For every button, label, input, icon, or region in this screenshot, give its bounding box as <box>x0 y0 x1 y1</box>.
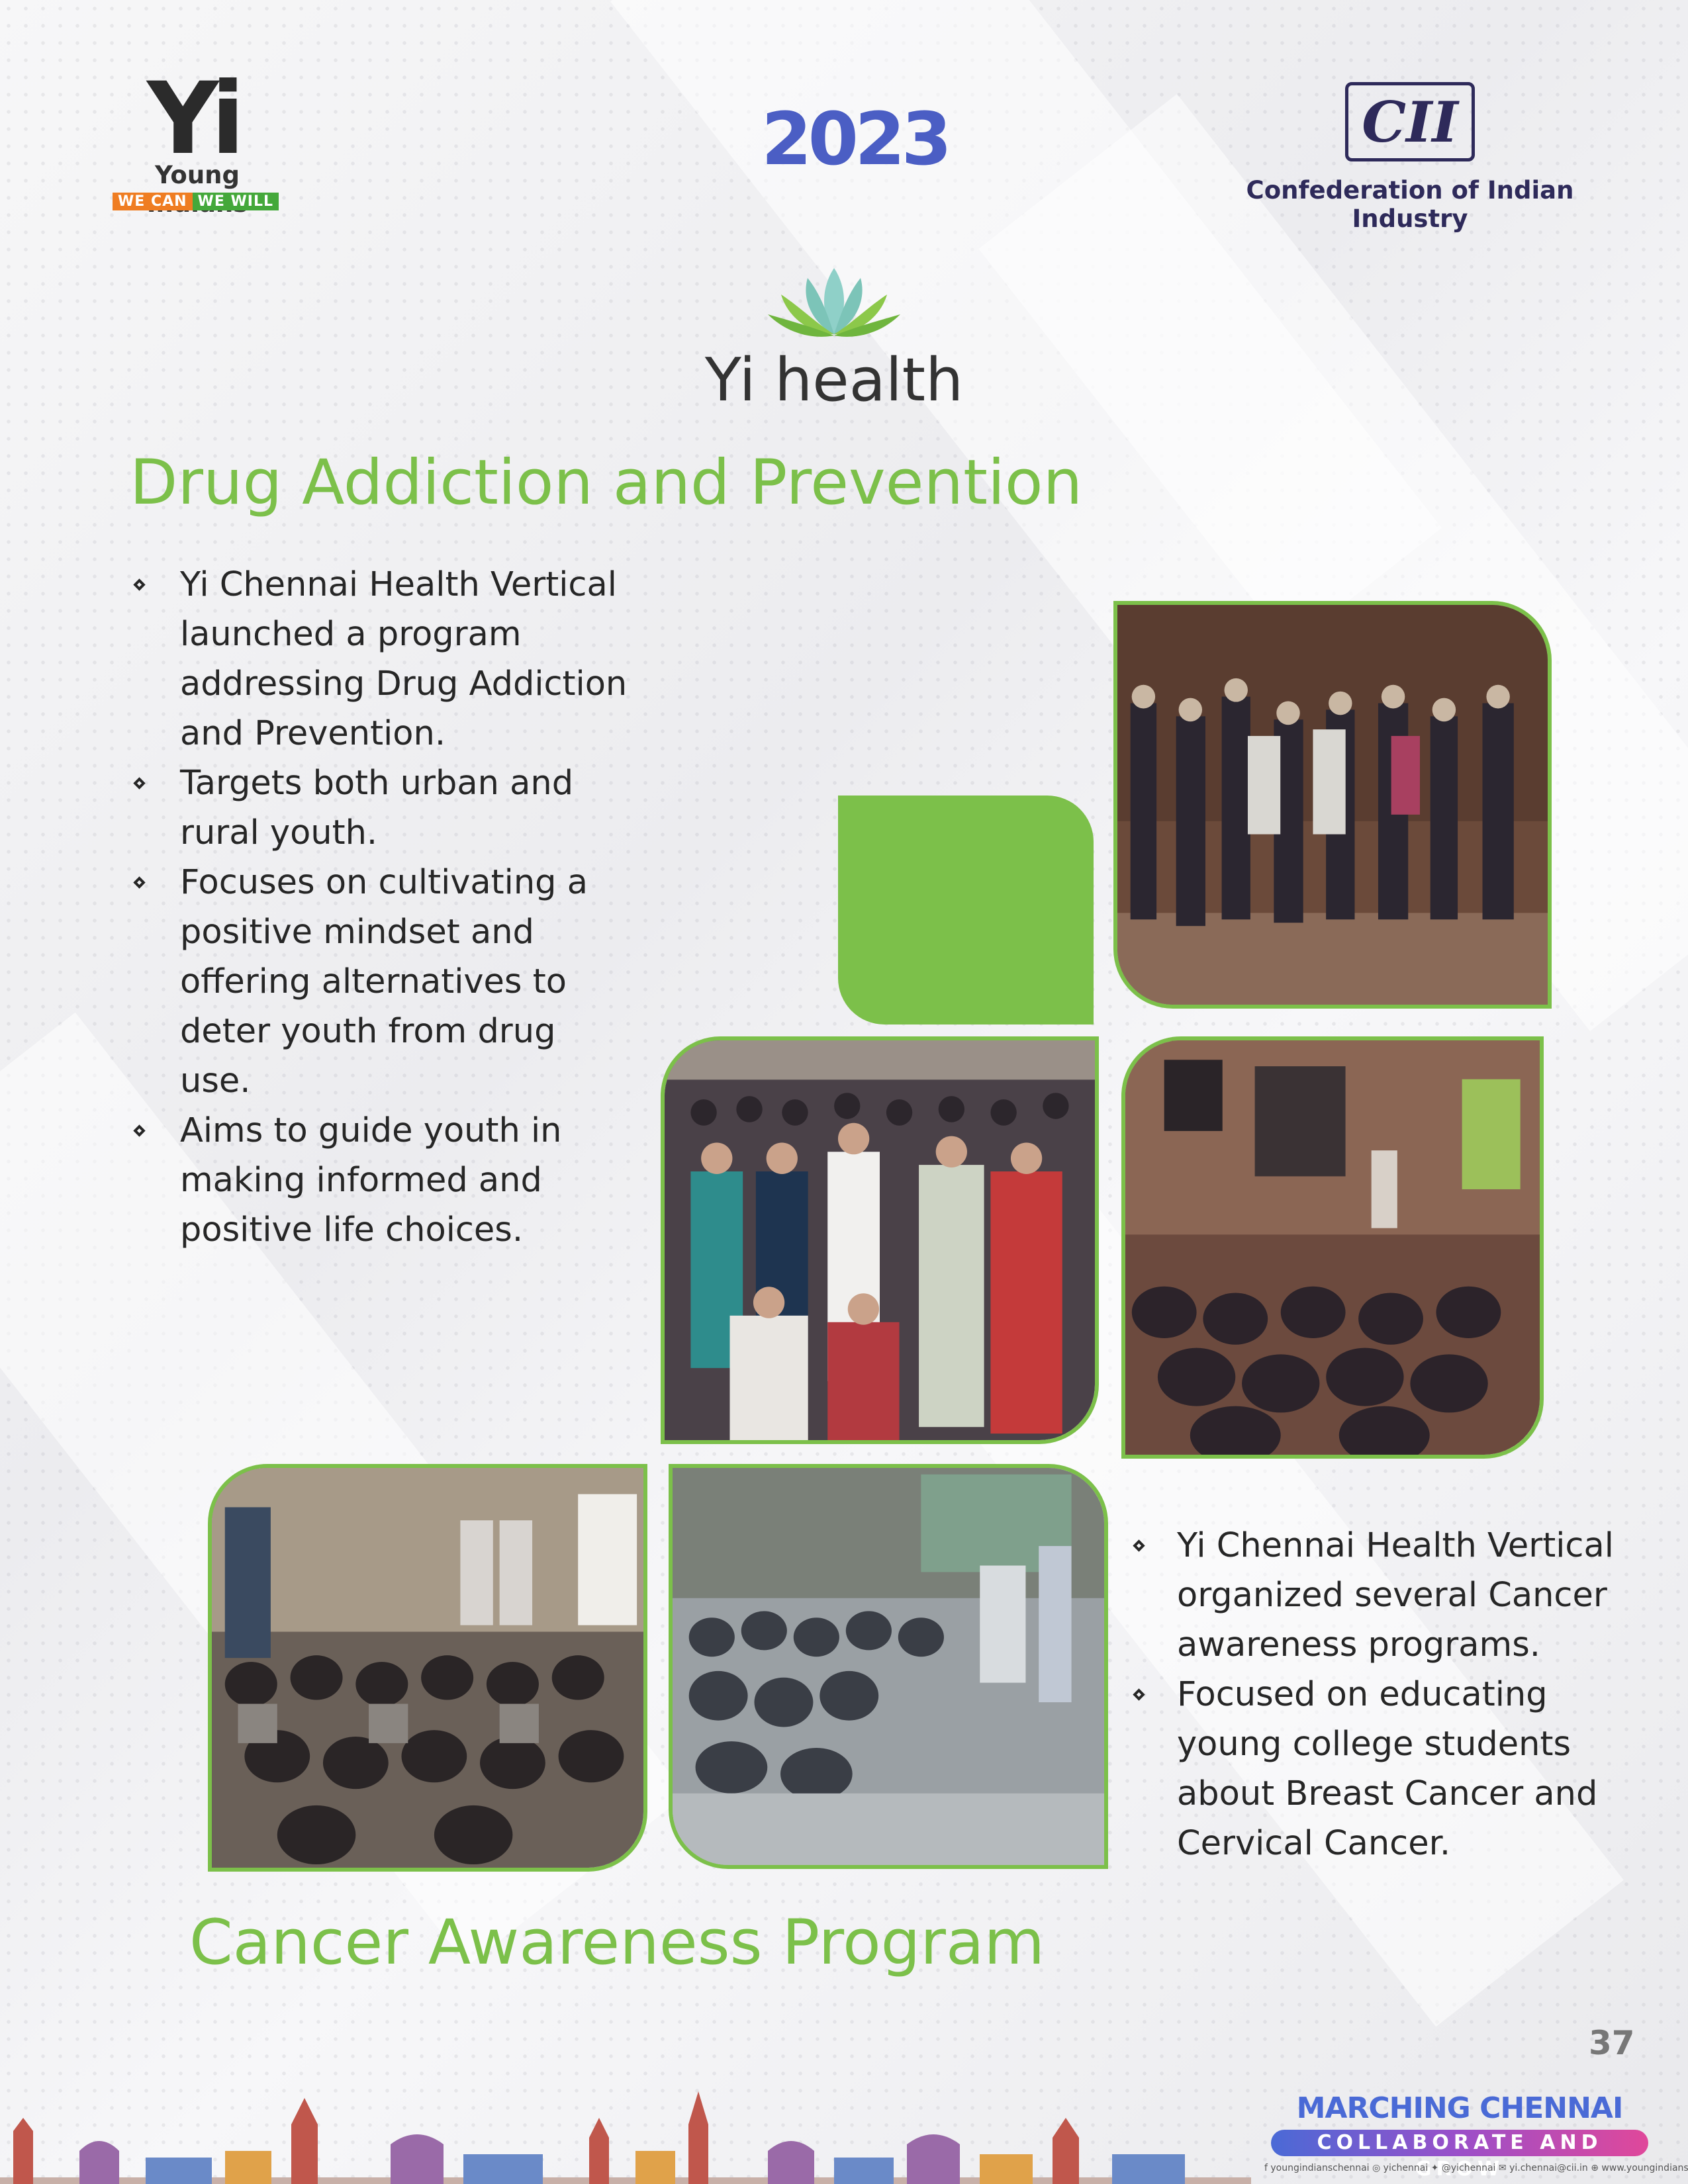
drug-section-title: Drug Addiction and Prevention <box>130 447 1083 519</box>
bullet-item: Yi Chennai Health Vertical launched a pr… <box>130 560 633 758</box>
bullet-text: Focuses on cultivating a positive mindse… <box>180 863 588 1101</box>
bullet-text: Aims to guide youth in making informed a… <box>180 1111 562 1250</box>
yi-health-logo: Yi health <box>695 261 973 420</box>
yi-logo-tagline: WE CAN WE WILL <box>113 193 279 210</box>
yi-tag-right: WE WILL <box>192 193 279 210</box>
photo-auditorium-group <box>661 1036 1099 1444</box>
cancer-section-title: Cancer Awareness Program <box>189 1907 1045 1979</box>
lotus-icon <box>768 268 900 337</box>
bullet-text: Focused on educating young college stude… <box>1177 1675 1598 1863</box>
bullet-item: Focused on educating young college stude… <box>1129 1670 1632 1868</box>
yi-tag-left: WE CAN <box>113 193 193 210</box>
bullet-item: Focuses on cultivating a positive mindse… <box>130 858 633 1106</box>
campaign-tagline: COLLABORATE AND GROW <box>1271 2130 1648 2181</box>
cii-logo-name: Confederation of Indian Industry <box>1246 176 1574 233</box>
drug-bullet-list: Yi Chennai Health Vertical launched a pr… <box>130 560 633 1255</box>
bullet-item: Aims to guide youth in making informed a… <box>130 1106 633 1255</box>
photo-group-stage <box>1113 601 1552 1009</box>
chennai-skyline-illustration <box>0 2091 1251 2184</box>
bullet-text: Targets both urban and rural youth. <box>180 764 574 852</box>
young-indians-logo: Yi Young Indians WE CAN WE WILL <box>111 62 283 218</box>
page-number: 37 <box>1589 2024 1635 2062</box>
yi-logo-mark: Yi <box>147 62 245 177</box>
bullet-text: Yi Chennai Health Vertical launched a pr… <box>180 565 628 753</box>
photo-seminar-floor <box>669 1464 1108 1869</box>
social-handles: f youngindianschennai ◎ yichennai ✦ @yic… <box>1264 2163 1688 2173</box>
cii-logo: CII Confederation of Indian Industry <box>1205 79 1615 233</box>
bullet-item: Targets both urban and rural youth. <box>130 758 633 858</box>
bullet-text: Yi Chennai Health Vertical organized sev… <box>1177 1526 1614 1664</box>
cii-logo-mark: CII <box>1345 82 1475 161</box>
yi-health-logo-text: Yi health <box>704 345 964 415</box>
bullet-item: Yi Chennai Health Vertical organized sev… <box>1129 1521 1632 1670</box>
photo-classroom-students <box>208 1464 647 1872</box>
photo-hall-audience <box>1121 1036 1544 1459</box>
year-badge: 2023 <box>761 97 952 181</box>
cancer-bullet-list: Yi Chennai Health Vertical organized sev… <box>1129 1521 1632 1868</box>
marching-chennai-ahead-logo: MARCHING CHENNAI AHEAD COLLABORATE AND G… <box>1264 2091 1688 2184</box>
decorative-green-block <box>838 796 1094 1024</box>
